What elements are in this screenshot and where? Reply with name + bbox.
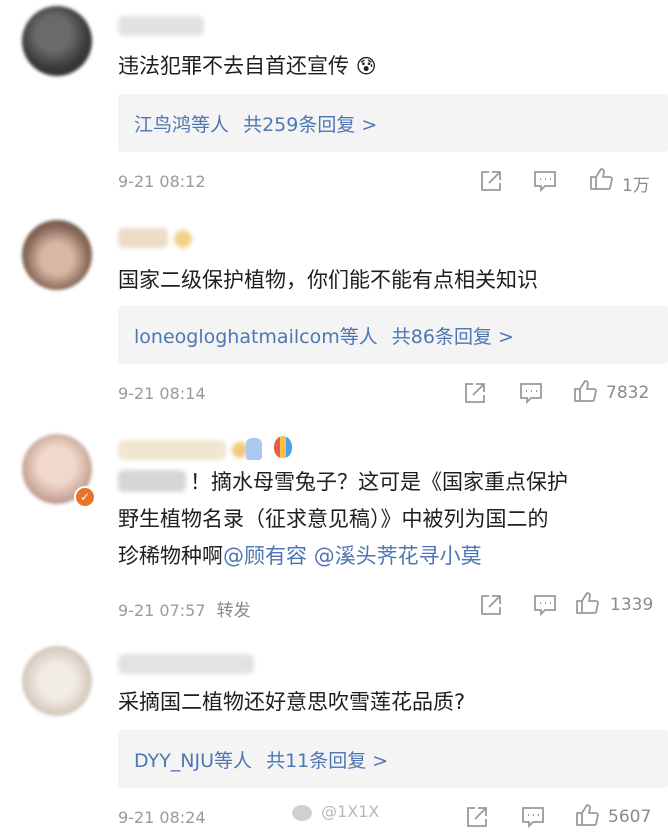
timestamp: 9-21 08:24	[118, 808, 206, 827]
verified-badge-icon: ✓	[74, 486, 96, 508]
blurred-text	[118, 470, 186, 492]
reply-count-link[interactable]: 共86条回复 >	[392, 326, 514, 348]
comment-line-1: ！摘水母雪兔子？这可是《国家重点保护	[190, 470, 568, 494]
mention-link[interactable]: @溪头荠花寻小莫	[314, 544, 482, 568]
watermark: @1X1X	[292, 802, 379, 821]
comment-2: 国家二级保护植物，你们能不能有点相关知识 loneogloghatmailcom…	[0, 210, 668, 420]
comment-1: 违法犯罪不去自首还宣传 😰 江鸟鸿等人 共259条回复 > 9-21 08:12…	[0, 0, 668, 210]
like-icon[interactable]	[588, 166, 614, 192]
comment-text: 采摘国二植物还好意思吹雪莲花品质?	[118, 684, 644, 721]
comment-3: ✓ ！摘水母雪兔子？这可是《国家重点保护 野生植物名录（征求意见稿）》中被列为国…	[0, 420, 668, 632]
comment-icon[interactable]	[532, 168, 558, 194]
weibo-logo-icon	[292, 804, 312, 821]
forward-link[interactable]: 转发	[217, 601, 251, 621]
mention-link[interactable]: @顾有容	[223, 544, 307, 568]
reply-count-link[interactable]: 共259条回复 >	[243, 114, 377, 136]
replies-box[interactable]: DYY_NJU等人 共11条回复 >	[118, 730, 668, 788]
reply-count-link[interactable]: 共11条回复 >	[266, 750, 388, 772]
crying-emoji-icon: 😰	[355, 54, 377, 78]
comment-line-3: 珍稀物种啊	[118, 544, 223, 568]
avatar[interactable]	[22, 646, 92, 716]
like-icon[interactable]	[574, 802, 600, 828]
like-count: 1339	[610, 595, 654, 615]
comment-text: 国家二级保护植物，你们能不能有点相关知识	[118, 262, 644, 299]
share-icon[interactable]	[464, 804, 490, 830]
comment-text-content: 国家二级保护植物，你们能不能有点相关知识	[118, 268, 538, 292]
username-blurred[interactable]	[118, 16, 204, 36]
comment-4: 采摘国二植物还好意思吹雪莲花品质? DYY_NJU等人 共11条回复 > 9-2…	[0, 632, 668, 836]
comment-text-line-2: 野生植物名录（征求意见稿）》中被列为国二的	[118, 501, 644, 538]
comment-icon[interactable]	[532, 592, 558, 618]
comment-icon[interactable]	[520, 804, 546, 830]
reply-users-link[interactable]: loneogloghatmailcom等人	[134, 326, 378, 348]
like-icon[interactable]	[572, 378, 598, 404]
timestamp: 9-21 07:57 转发	[118, 596, 251, 621]
like-icon[interactable]	[574, 590, 600, 616]
medal-icon	[246, 438, 262, 460]
share-icon[interactable]	[478, 592, 504, 618]
avatar[interactable]	[22, 6, 92, 76]
comment-text-content: 违法犯罪不去自首还宣传	[118, 54, 349, 78]
timestamp: 9-21 08:14	[118, 384, 206, 403]
username-blurred[interactable]	[118, 440, 226, 460]
comment-text-line-3: 珍稀物种啊@顾有容 @溪头荠花寻小莫	[118, 538, 644, 575]
timestamp-text: 9-21 07:57	[118, 601, 206, 620]
like-count: 7832	[606, 383, 650, 403]
comment-text: ！摘水母雪兔子？这可是《国家重点保护	[190, 464, 644, 501]
badge-icon	[174, 230, 192, 248]
replies-box[interactable]: 江鸟鸿等人 共259条回复 >	[118, 94, 668, 152]
avatar[interactable]	[22, 220, 92, 290]
share-icon[interactable]	[462, 380, 488, 406]
balloon-icon	[274, 436, 292, 458]
timestamp: 9-21 08:12	[118, 172, 206, 191]
username-blurred[interactable]	[118, 654, 254, 674]
like-count: 1万	[622, 176, 650, 196]
like-count: 5607	[608, 807, 652, 827]
watermark-text: @1X1X	[321, 802, 380, 821]
comment-text-content: 采摘国二植物还好意思吹雪莲花品质?	[118, 690, 466, 714]
share-icon[interactable]	[478, 168, 504, 194]
username-blurred[interactable]	[118, 228, 168, 248]
replies-box[interactable]: loneogloghatmailcom等人 共86条回复 >	[118, 306, 668, 364]
reply-users-link[interactable]: 江鸟鸿等人	[134, 114, 229, 136]
comment-text: 违法犯罪不去自首还宣传 😰	[118, 48, 644, 85]
reply-users-link[interactable]: DYY_NJU等人	[134, 750, 252, 772]
comment-line-2: 野生植物名录（征求意见稿）》中被列为国二的	[118, 507, 549, 531]
comment-icon[interactable]	[518, 380, 544, 406]
